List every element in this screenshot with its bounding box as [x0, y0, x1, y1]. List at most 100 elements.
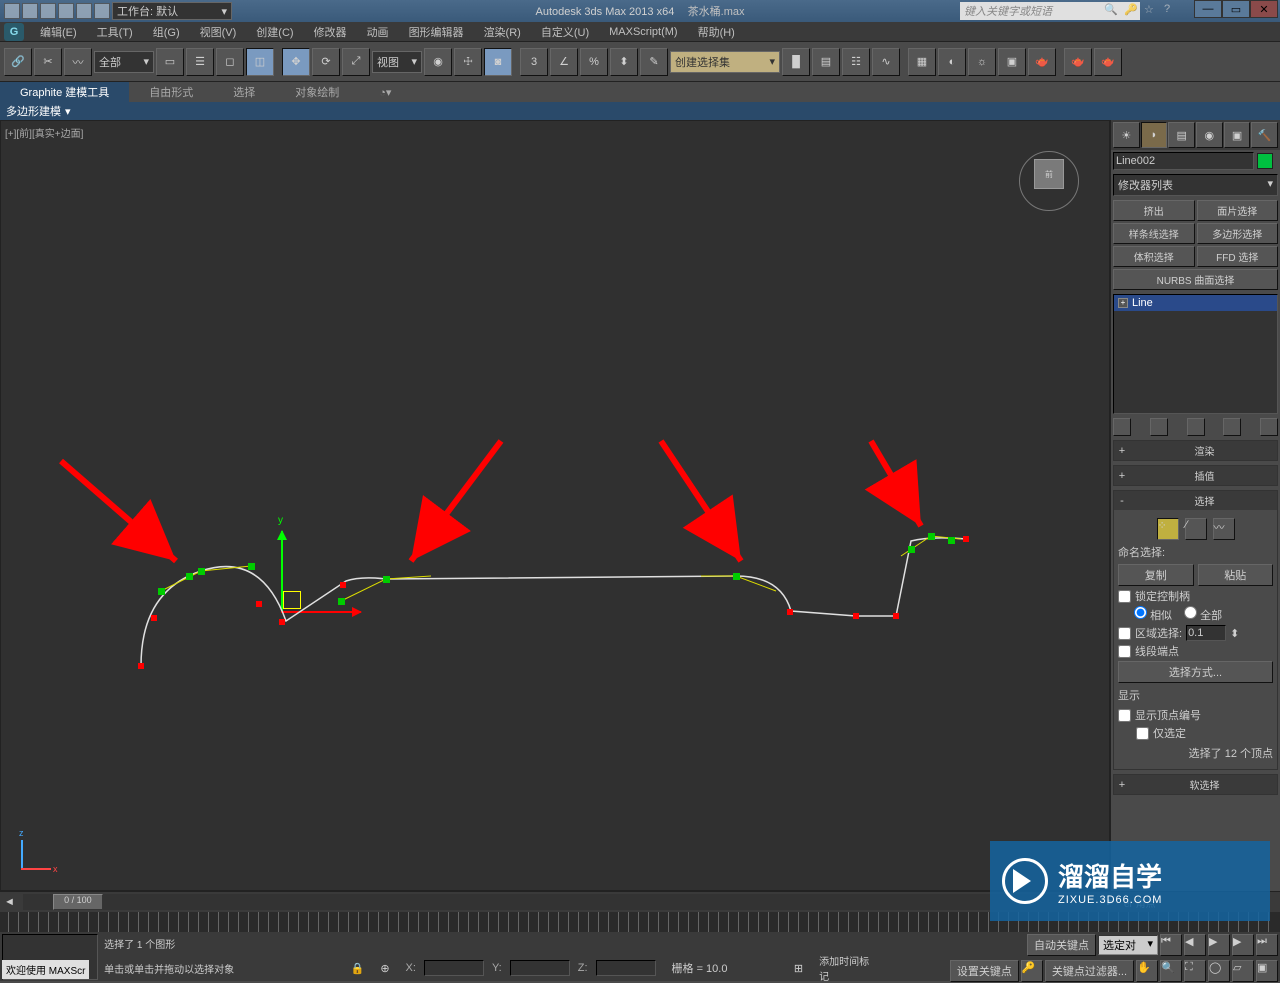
goto-start-icon[interactable]: ⏮ — [1160, 934, 1182, 956]
radio-all[interactable]: 全部 — [1184, 606, 1222, 623]
align-icon[interactable]: ▤ — [812, 48, 840, 76]
ribbon-collapse-icon[interactable]: ◔▾ — [359, 84, 411, 101]
coord-z-field[interactable] — [596, 960, 656, 976]
schematic-icon[interactable]: ▦ — [908, 48, 936, 76]
open-icon[interactable] — [22, 3, 38, 19]
menu-graph[interactable]: 图形编辑器 — [399, 22, 474, 42]
mirror-icon[interactable]: ▐▌ — [782, 48, 810, 76]
time-tag-icon[interactable]: ⊞ — [794, 962, 803, 975]
tab-modify-icon[interactable]: ◗ — [1141, 122, 1168, 148]
area-select-checkbox[interactable] — [1118, 627, 1131, 640]
render-setup-icon[interactable]: ☼ — [968, 48, 996, 76]
auto-key-button[interactable]: 自动关键点 — [1027, 934, 1096, 956]
pivot-icon[interactable]: ◉ — [424, 48, 452, 76]
manipulate-icon[interactable]: ☩ — [454, 48, 482, 76]
rollout-select-header[interactable]: -选择 — [1114, 491, 1277, 510]
ribbon-tab-paint[interactable]: 对象绘制 — [275, 82, 359, 102]
star-icon[interactable]: ☆ — [1144, 3, 1160, 19]
rollout-interp-header[interactable]: +插值 — [1114, 466, 1277, 485]
curve-editor-icon[interactable]: ∿ — [872, 48, 900, 76]
selected-dropdown[interactable]: 选定对▾ — [1098, 935, 1158, 955]
key-icon[interactable]: 🔑 — [1124, 3, 1140, 19]
teapot-icon[interactable]: 🫖 — [1064, 48, 1092, 76]
btn-ffd-select[interactable]: FFD 选择 — [1197, 246, 1279, 267]
edit-named-icon[interactable]: ✎ — [640, 48, 668, 76]
pan-icon[interactable]: ✋ — [1136, 960, 1158, 982]
show-end-icon[interactable] — [1150, 418, 1168, 436]
copy-button[interactable]: 复制 — [1118, 564, 1194, 586]
angle-snap-icon[interactable]: ∠ — [550, 48, 578, 76]
ref-coord-dropdown[interactable]: 视图▾ — [372, 51, 422, 73]
snap-3d-icon[interactable]: 3 — [520, 48, 548, 76]
remove-mod-icon[interactable] — [1223, 418, 1241, 436]
add-time-tag[interactable]: 添加时间标记 — [819, 953, 872, 983]
menu-create[interactable]: 创建(C) — [246, 22, 303, 42]
menu-views[interactable]: 视图(V) — [190, 22, 247, 42]
configure-icon[interactable] — [1260, 418, 1278, 436]
ribbon-tab-freeform[interactable]: 自由形式 — [129, 82, 213, 102]
menu-maxscript[interactable]: MAXScript(M) — [599, 24, 687, 40]
show-vertex-num-checkbox[interactable] — [1118, 709, 1131, 722]
maximize-vp-icon[interactable]: ▣ — [1256, 960, 1278, 982]
scale-icon[interactable]: ⤢ — [342, 48, 370, 76]
menu-rendering[interactable]: 渲染(R) — [474, 22, 531, 42]
minimize-button[interactable]: — — [1194, 0, 1222, 18]
viewport-label[interactable]: [+][前][真实+边面] — [5, 125, 83, 140]
material-editor-icon[interactable]: ◐ — [938, 48, 966, 76]
set-key-button[interactable]: 设置关键点 — [950, 960, 1019, 982]
rotate-icon[interactable]: ⟳ — [312, 48, 340, 76]
link-icon[interactable] — [94, 3, 110, 19]
ribbon-tab-selection[interactable]: 选择 — [213, 82, 275, 102]
unlink-icon[interactable]: ✂ — [34, 48, 62, 76]
menu-animation[interactable]: 动画 — [357, 22, 399, 42]
render-icon[interactable]: 🫖 — [1028, 48, 1056, 76]
coord-x-field[interactable] — [424, 960, 484, 976]
subobj-vertex-icon[interactable]: ⁘ — [1157, 518, 1179, 540]
object-color-swatch[interactable] — [1257, 153, 1273, 169]
btn-volume-select[interactable]: 体积选择 — [1113, 246, 1195, 267]
object-name-field[interactable] — [1113, 152, 1254, 170]
app-logo[interactable]: G — [4, 23, 24, 41]
menu-group[interactable]: 组(G) — [143, 22, 190, 42]
zoom-extents-icon[interactable]: ⛶ — [1184, 960, 1206, 982]
modifier-list-dropdown[interactable]: 修改器列表▾ — [1113, 174, 1278, 196]
tab-motion-icon[interactable]: ◉ — [1196, 122, 1223, 148]
menu-modifiers[interactable]: 修改器 — [304, 22, 357, 42]
binoculars-icon[interactable]: 🔍 — [1104, 3, 1120, 19]
maximize-button[interactable]: ▭ — [1222, 0, 1250, 18]
select-by-button[interactable]: 选择方式... — [1118, 661, 1273, 683]
zoom-icon[interactable]: 🔍 — [1160, 960, 1182, 982]
render-frame-icon[interactable]: ▣ — [998, 48, 1026, 76]
pin-stack-icon[interactable] — [1113, 418, 1131, 436]
paste-button[interactable]: 粘贴 — [1198, 564, 1274, 586]
percent-snap-icon[interactable]: % — [580, 48, 608, 76]
move-icon[interactable]: ✥ — [282, 48, 310, 76]
window-crossing-icon[interactable]: ◫ — [246, 48, 274, 76]
lock-handles-checkbox[interactable] — [1118, 590, 1131, 603]
menu-help[interactable]: 帮助(H) — [688, 22, 745, 42]
snap-toggle-icon[interactable]: ◙ — [484, 48, 512, 76]
prev-key-icon[interactable]: ◄ — [0, 896, 19, 908]
select-object-icon[interactable]: ▭ — [156, 48, 184, 76]
spinner-icon[interactable]: ⬍ — [1230, 627, 1239, 640]
segment-end-checkbox[interactable] — [1118, 645, 1131, 658]
time-slider[interactable]: 0 / 100 — [23, 894, 1097, 910]
btn-nurbs-select[interactable]: NURBS 曲面选择 — [1113, 269, 1278, 290]
coord-y-field[interactable] — [510, 960, 570, 976]
new-icon[interactable] — [4, 3, 20, 19]
help-icon[interactable]: ? — [1164, 3, 1180, 19]
key-filters-button[interactable]: 关键点过滤器... — [1045, 960, 1134, 982]
tab-create-icon[interactable]: ☀ — [1113, 122, 1140, 148]
close-button[interactable]: ✕ — [1250, 0, 1278, 18]
next-frame-icon[interactable]: ▶ — [1232, 934, 1254, 956]
tab-utilities-icon[interactable]: 🔨 — [1251, 122, 1278, 148]
lock-selection-icon[interactable]: 🔒 — [351, 962, 365, 975]
menu-edit[interactable]: 编辑(E) — [30, 22, 87, 42]
area-select-value[interactable] — [1186, 625, 1226, 641]
redo-icon[interactable] — [76, 3, 92, 19]
selected-only-checkbox[interactable] — [1136, 727, 1149, 740]
orbit-icon[interactable]: ◯ — [1208, 960, 1230, 982]
goto-end-icon[interactable]: ⏭ — [1256, 934, 1278, 956]
subobj-spline-icon[interactable]: 〰 — [1213, 518, 1235, 540]
time-slider-thumb[interactable]: 0 / 100 — [53, 894, 103, 910]
